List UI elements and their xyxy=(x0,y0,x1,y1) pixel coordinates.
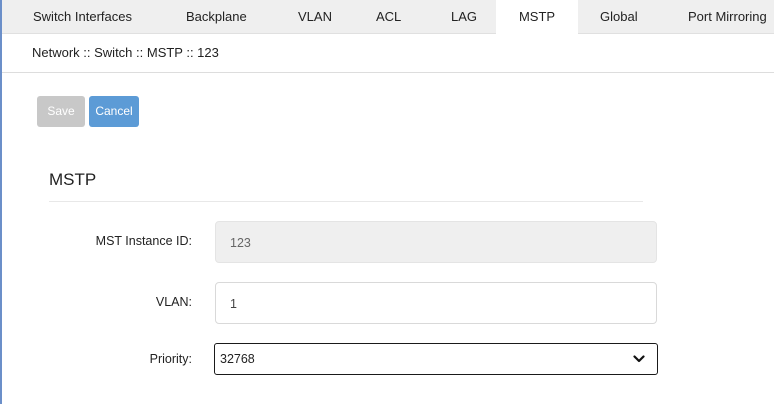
save-button[interactable]: Save xyxy=(37,96,85,127)
tab-vlan[interactable]: VLAN xyxy=(298,0,332,34)
priority-select[interactable]: 32768 xyxy=(214,343,658,375)
vlan-input[interactable]: 1 xyxy=(215,282,657,324)
tab-backplane[interactable]: Backplane xyxy=(186,0,247,34)
breadcrumb-bar: Network :: Switch :: MSTP :: 123 xyxy=(2,34,774,73)
section-divider xyxy=(49,201,643,202)
breadcrumb: Network :: Switch :: MSTP :: 123 xyxy=(32,45,219,60)
tab-mstp[interactable]: MSTP xyxy=(496,0,578,35)
tab-bar: Switch Interfaces Backplane VLAN ACL LAG… xyxy=(2,0,774,35)
mst-instance-id-field: 123 xyxy=(215,221,657,263)
tab-global[interactable]: Global xyxy=(600,0,638,34)
section-title: MSTP xyxy=(49,170,97,189)
priority-selected-value: 32768 xyxy=(220,352,255,366)
mst-instance-id-label: MST Instance ID: xyxy=(95,234,192,248)
tab-lag[interactable]: LAG xyxy=(451,0,477,34)
tab-port-mirroring[interactable]: Port Mirroring xyxy=(688,0,767,34)
priority-label: Priority: xyxy=(149,352,192,366)
vlan-label: VLAN: xyxy=(155,295,192,309)
cancel-button[interactable]: Cancel xyxy=(89,96,139,127)
tab-switch-interfaces[interactable]: Switch Interfaces xyxy=(33,0,132,34)
tab-acl[interactable]: ACL xyxy=(376,0,401,34)
chevron-down-icon xyxy=(633,355,645,363)
